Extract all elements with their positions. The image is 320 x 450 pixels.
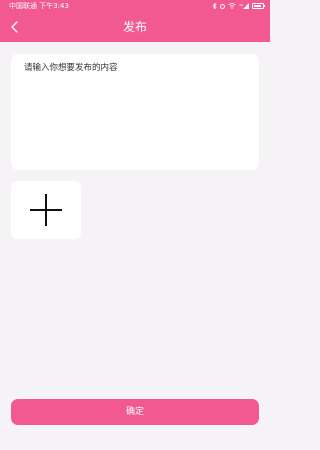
page-title: 发布 (122, 20, 147, 34)
plus-icon (30, 194, 62, 226)
bluetooth-icon (212, 3, 217, 9)
status-bar: 中国联通 下午3:43 4G (0, 0, 270, 12)
battery-icon (252, 3, 265, 9)
network-label: 4G (239, 3, 244, 7)
app-bar: 发布 (0, 12, 270, 42)
content-card (11, 54, 259, 170)
wifi-icon (228, 3, 236, 9)
content-input[interactable] (11, 54, 259, 170)
add-image-button[interactable] (11, 181, 81, 239)
status-icons: 4G (212, 0, 265, 12)
signal-icon: 4G (239, 3, 249, 9)
carrier-time: 中国联通 下午3:43 (9, 2, 69, 10)
confirm-button[interactable]: 确定 (11, 399, 259, 425)
alarm-icon (220, 3, 225, 9)
